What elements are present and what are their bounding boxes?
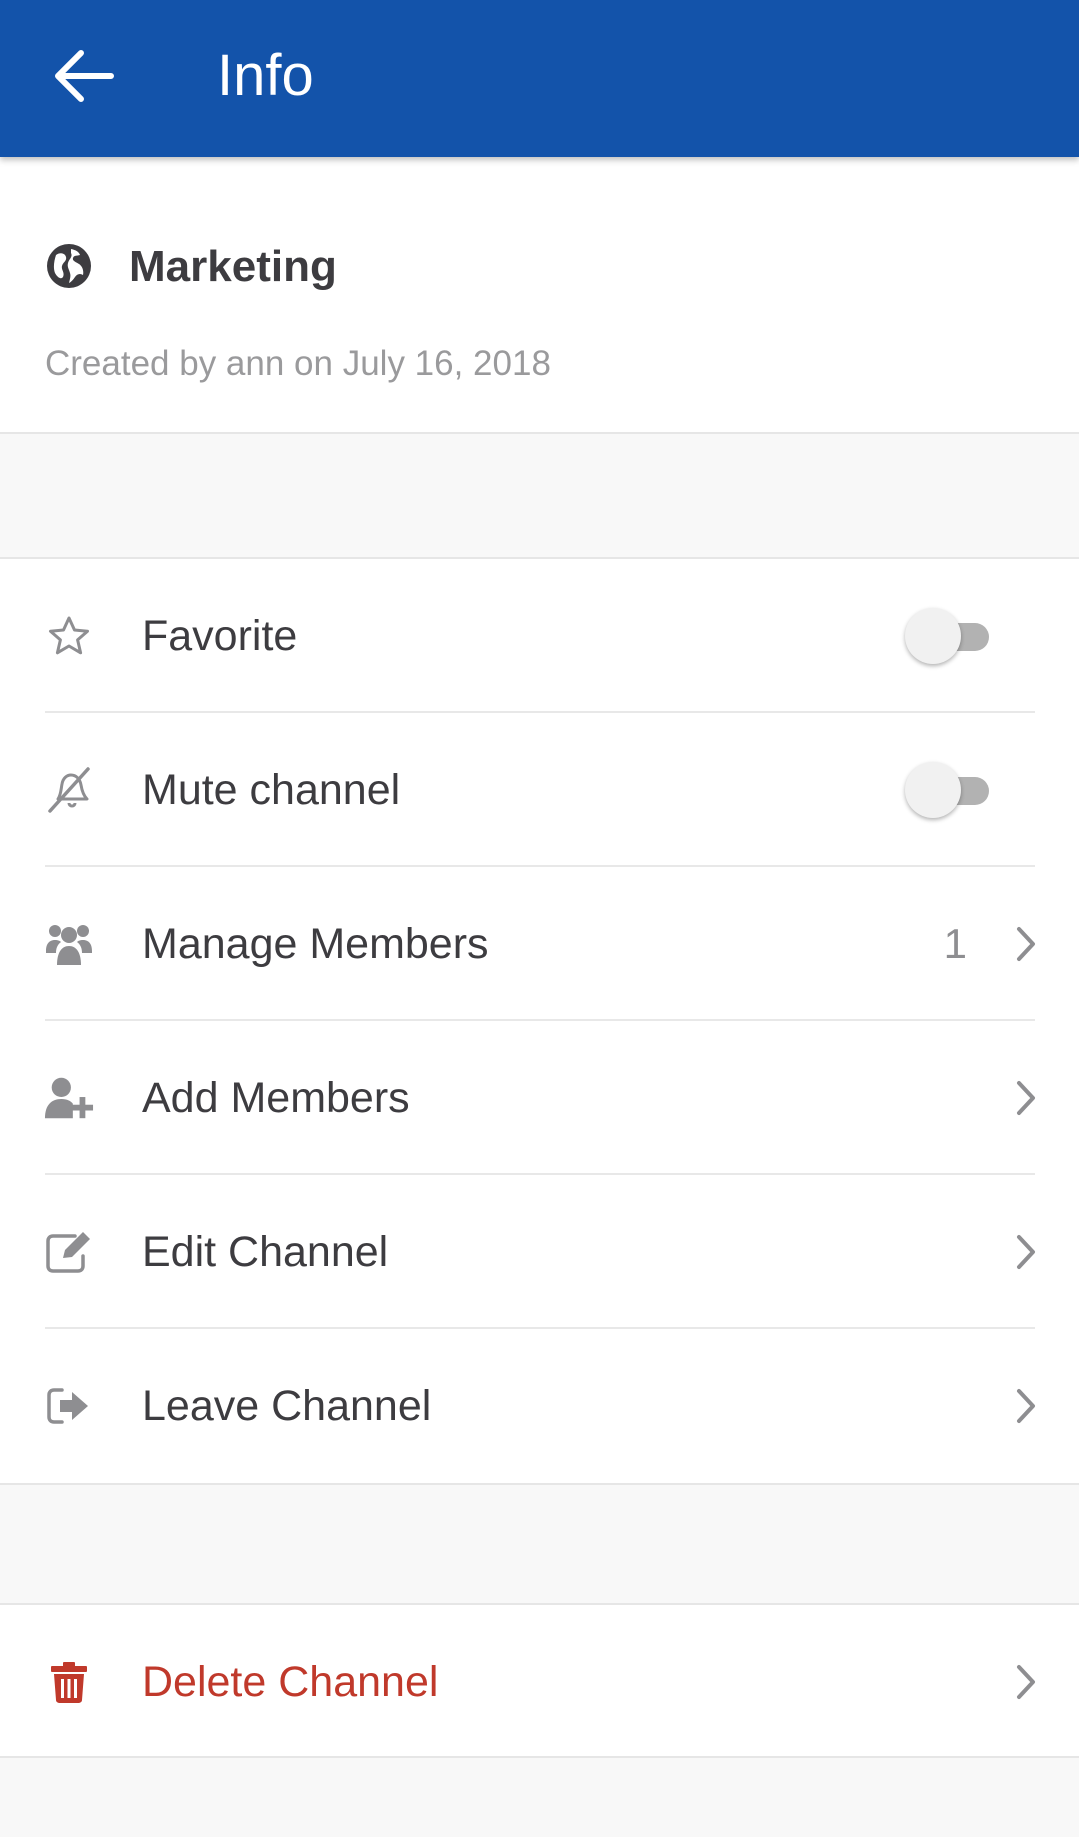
add-members-row[interactable]: Add Members	[0, 1021, 1079, 1175]
edit-channel-row[interactable]: Edit Channel	[0, 1175, 1079, 1329]
mute-channel-toggle[interactable]	[905, 760, 1001, 820]
member-count: 1	[943, 920, 967, 967]
delete-channel-section: Delete Channel	[0, 1603, 1079, 1758]
favorite-row[interactable]: Favorite	[0, 559, 1079, 713]
chevron-right-icon	[1017, 1389, 1035, 1423]
toggle-thumb	[905, 762, 961, 818]
chevron-right-icon	[1017, 1665, 1035, 1699]
chevron-right-icon	[1017, 927, 1035, 961]
delete-channel-row[interactable]: Delete Channel	[0, 1605, 1079, 1759]
star-icon	[44, 611, 94, 661]
user-plus-icon	[44, 1073, 94, 1123]
delete-channel-label: Delete Channel	[142, 1658, 439, 1706]
channel-name: Marketing	[129, 242, 337, 291]
app-bar: Info	[0, 0, 1079, 157]
favorite-label: Favorite	[142, 612, 298, 660]
channel-options-list: Favorite Mute channel Manage Members 1 A…	[0, 557, 1079, 1485]
sign-out-icon	[44, 1381, 94, 1431]
manage-members-row[interactable]: Manage Members 1	[0, 867, 1079, 1021]
toggle-thumb	[905, 608, 961, 664]
manage-members-label: Manage Members	[142, 920, 489, 968]
mute-channel-row[interactable]: Mute channel	[0, 713, 1079, 867]
chevron-right-icon	[1017, 1235, 1035, 1269]
favorite-toggle[interactable]	[905, 606, 1001, 666]
users-icon	[44, 919, 94, 969]
add-members-label: Add Members	[142, 1074, 410, 1122]
edit-icon	[44, 1227, 94, 1277]
edit-channel-label: Edit Channel	[142, 1228, 389, 1276]
bell-off-icon	[44, 765, 94, 815]
page-title: Info	[217, 43, 314, 108]
channel-created-info: Created by ann on July 16, 2018	[45, 344, 551, 383]
channel-header: Marketing Created by ann on July 16, 201…	[0, 157, 1079, 434]
back-button[interactable]	[44, 36, 124, 116]
arrow-left-icon	[55, 50, 114, 102]
globe-icon	[47, 244, 91, 288]
mute-channel-label: Mute channel	[142, 766, 401, 814]
leave-channel-label: Leave Channel	[142, 1382, 432, 1430]
leave-channel-row[interactable]: Leave Channel	[0, 1329, 1079, 1483]
chevron-right-icon	[1017, 1081, 1035, 1115]
trash-icon	[44, 1657, 94, 1707]
